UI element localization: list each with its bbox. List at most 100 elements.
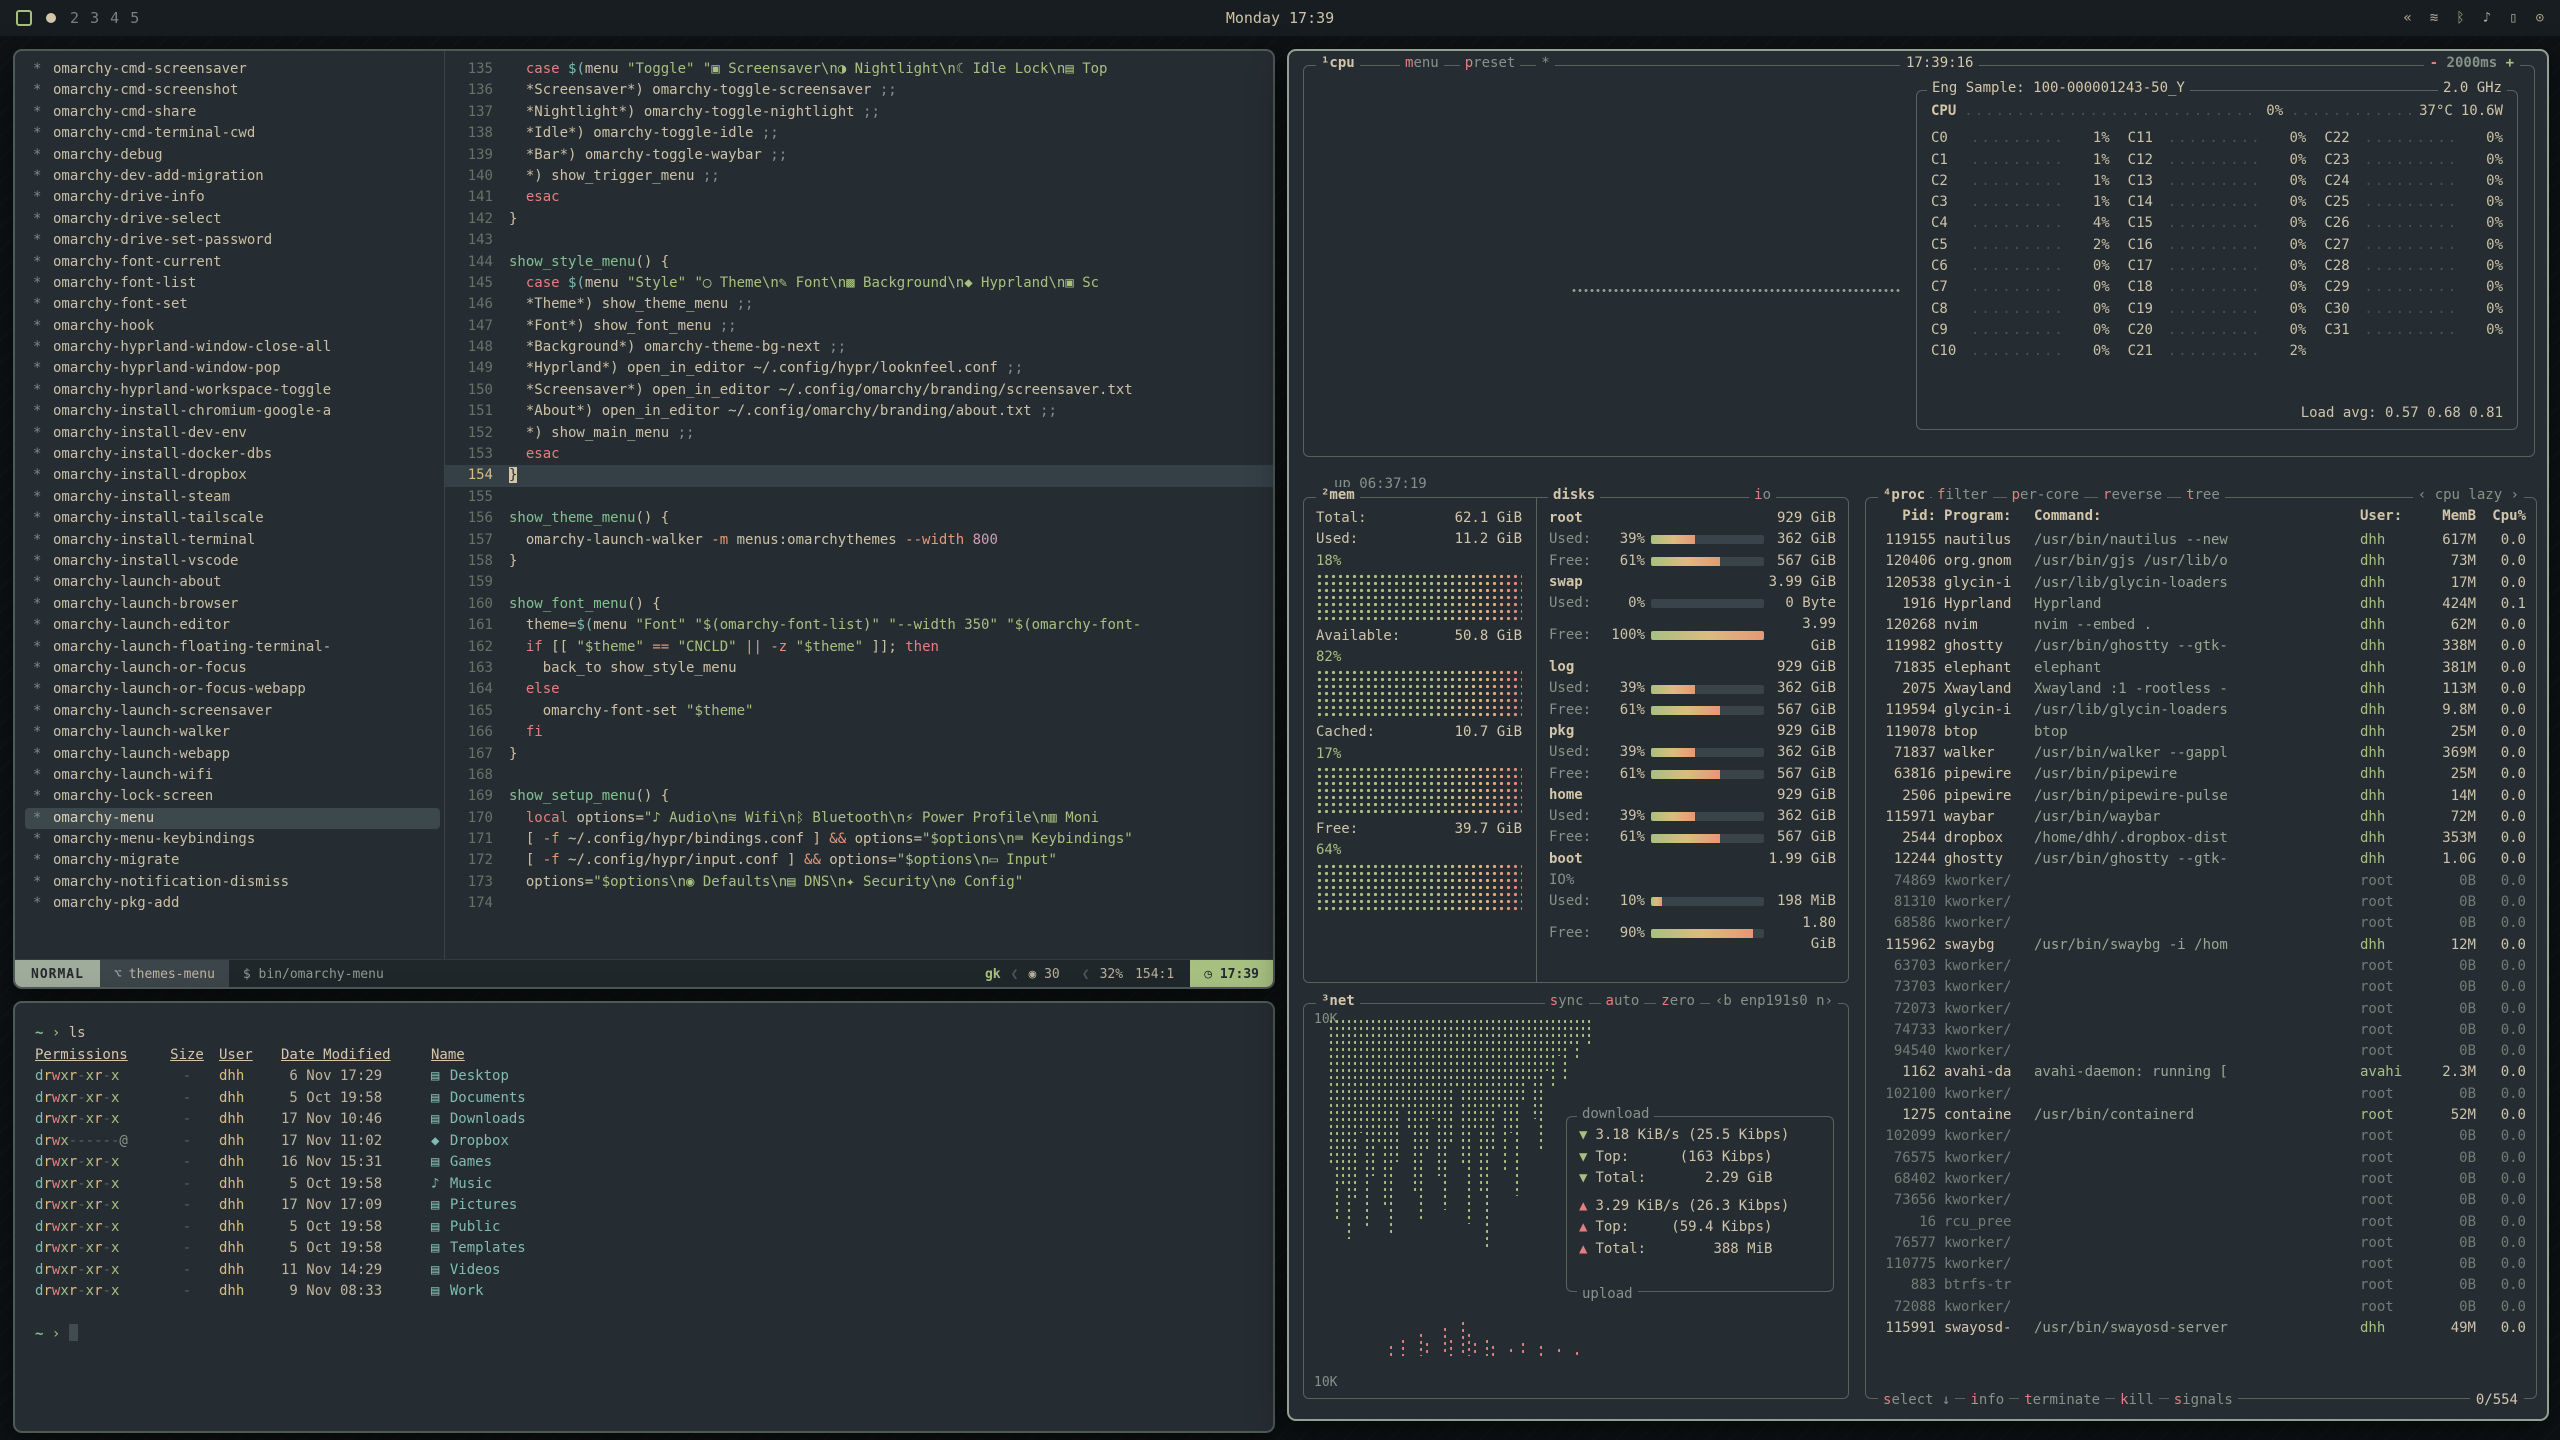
process-row[interactable]: 102099kworker/root0B0.0 (1876, 1126, 2526, 1147)
code-line[interactable]: 142} (445, 209, 1273, 230)
file-list-item[interactable]: *omarchy-cmd-screenshot (25, 80, 440, 101)
proc-control-tree[interactable]: tree (2181, 487, 2225, 503)
code-line[interactable]: 148 *Background*) omarchy-theme-bg-next … (445, 337, 1273, 358)
mem-panel-title[interactable]: ²mem (1316, 487, 1360, 503)
code-line[interactable]: 173 options="$options\n◉ Defaults\n▤ DNS… (445, 872, 1273, 893)
net-interface-selector[interactable]: ‹b enp191s0 n› (1710, 993, 1838, 1009)
code-line[interactable]: 161 theme=$(menu "Font" "$(omarchy-font-… (445, 615, 1273, 636)
interval-decrease-icon[interactable]: - (2430, 55, 2438, 71)
code-line[interactable]: 145 case $(menu "Style" "◯ Theme\n✎ Font… (445, 273, 1273, 294)
process-row[interactable]: 120538glycin-i/usr/lib/glycin-loadersdhh… (1876, 573, 2526, 594)
code-line[interactable]: 171 [ -f ~/.config/hypr/bindings.conf ] … (445, 829, 1273, 850)
power-icon[interactable]: ⊙ (2536, 10, 2544, 26)
process-row[interactable]: 12244ghostty/usr/bin/ghostty --gtk-dhh1.… (1876, 849, 2526, 870)
file-list-item[interactable]: *omarchy-launch-editor (25, 615, 440, 636)
proc-header[interactable]: Command: (2034, 506, 2352, 527)
code-line[interactable]: 137 *Nightlight*) omarchy-toggle-nightli… (445, 102, 1273, 123)
file-list-item[interactable]: *omarchy-notification-dismiss (25, 872, 440, 893)
process-row[interactable]: 68402kworker/root0B0.0 (1876, 1169, 2526, 1190)
process-row[interactable]: 115962swaybg/usr/bin/swaybg -i /homdhh12… (1876, 935, 2526, 956)
code-line[interactable]: 168 (445, 765, 1273, 786)
workspace-3[interactable]: 3 (90, 9, 108, 27)
tray-expand-icon[interactable]: « (2403, 10, 2411, 26)
file-list-item[interactable]: *omarchy-launch-screensaver (25, 701, 440, 722)
terminal-window[interactable]: ~ › ls PermissionsSizeUserDate ModifiedN… (13, 1001, 1275, 1433)
cpu-control-star[interactable]: * (1536, 55, 1554, 71)
code-line[interactable]: 149 *Hyprland*) open_in_editor ~/.config… (445, 358, 1273, 379)
code-line[interactable]: 143 (445, 230, 1273, 251)
file-list-item[interactable]: *omarchy-menu (25, 808, 440, 829)
process-row[interactable]: 120406org.gnom/usr/bin/gjs /usr/lib/odhh… (1876, 551, 2526, 572)
code-line[interactable]: 136 *Screensaver*) omarchy-toggle-screen… (445, 80, 1273, 101)
process-row[interactable]: 115991swayosd-/usr/bin/swayosd-serverdhh… (1876, 1318, 2526, 1339)
proc-action-select[interactable]: select ↓ (1878, 1392, 1955, 1408)
process-row[interactable]: 16rcu_preeroot0B0.0 (1876, 1212, 2526, 1233)
proc-control-per-core[interactable]: per-core (2007, 487, 2084, 503)
file-list-item[interactable]: *omarchy-hyprland-window-close-all (25, 337, 440, 358)
process-row[interactable]: 71835elephantelephantdhh381M0.0 (1876, 658, 2526, 679)
code-line[interactable]: 167} (445, 744, 1273, 765)
file-list-item[interactable]: *omarchy-cmd-terminal-cwd (25, 123, 440, 144)
process-row[interactable]: 119982ghostty/usr/bin/ghostty --gtk-dhh3… (1876, 636, 2526, 657)
process-row[interactable]: 72073kworker/root0B0.0 (1876, 999, 2526, 1020)
proc-header[interactable]: Cpu% (2484, 506, 2526, 527)
process-row[interactable]: 74869kworker/root0B0.0 (1876, 871, 2526, 892)
code-line[interactable]: 138 *Idle*) omarchy-toggle-idle ;; (445, 123, 1273, 144)
process-row[interactable]: 120268nvimnvim --embed .dhh62M0.0 (1876, 615, 2526, 636)
file-list-item[interactable]: *omarchy-launch-browser (25, 594, 440, 615)
process-row[interactable]: 63703kworker/root0B0.0 (1876, 956, 2526, 977)
code-line[interactable]: 147 *Font*) show_font_menu ;; (445, 316, 1273, 337)
file-list-item[interactable]: *omarchy-drive-set-password (25, 230, 440, 251)
workspace-2[interactable]: 2 (70, 9, 88, 27)
process-row[interactable]: 71837walker/usr/bin/walker --gappldhh369… (1876, 743, 2526, 764)
process-row[interactable]: 76575kworker/root0B0.0 (1876, 1148, 2526, 1169)
file-list-item[interactable]: *omarchy-menu-keybindings (25, 829, 440, 850)
file-list-item[interactable]: *omarchy-dev-add-migration (25, 166, 440, 187)
net-control-zero[interactable]: zero (1656, 993, 1700, 1009)
process-row[interactable]: 2544dropbox/home/dhh/.dropbox-distdhh353… (1876, 828, 2526, 849)
code-line[interactable]: 135 case $(menu "Toggle" "▣ Screensaver\… (445, 59, 1273, 80)
net-control-sync[interactable]: sync (1545, 993, 1589, 1009)
file-list-item[interactable]: *omarchy-hook (25, 316, 440, 337)
proc-action-signals[interactable]: signals (2169, 1392, 2238, 1408)
workspace-4[interactable]: 4 (110, 9, 128, 27)
code-line[interactable]: 158} (445, 551, 1273, 572)
proc-action-info[interactable]: info (1965, 1392, 2009, 1408)
proc-header[interactable]: Program: (1944, 506, 2026, 527)
proc-sort-selector[interactable]: ‹ cpu lazy › (2413, 487, 2524, 503)
code-line[interactable]: 169show_setup_menu() { (445, 786, 1273, 807)
interval-increase-icon[interactable]: + (2506, 55, 2514, 71)
process-row[interactable]: 74733kworker/root0B0.0 (1876, 1020, 2526, 1041)
process-row[interactable]: 1916HyprlandHyprlanddhh424M0.1 (1876, 594, 2526, 615)
file-list-item[interactable]: *omarchy-install-dev-env (25, 423, 440, 444)
process-row[interactable]: 73656kworker/root0B0.0 (1876, 1190, 2526, 1211)
process-row[interactable]: 94540kworker/root0B0.0 (1876, 1041, 2526, 1062)
code-line[interactable]: 153 esac (445, 444, 1273, 465)
process-row[interactable]: 119155nautilus/usr/bin/nautilus --newdhh… (1876, 530, 2526, 551)
proc-panel-title[interactable]: ⁴proc (1878, 487, 1930, 503)
code-line[interactable]: 154} (445, 465, 1273, 486)
process-row[interactable]: 81310kworker/root0B0.0 (1876, 892, 2526, 913)
net-control-auto[interactable]: auto (1601, 993, 1645, 1009)
file-list-item[interactable]: *omarchy-install-dropbox (25, 465, 440, 486)
process-row[interactable]: 119594glycin-i/usr/lib/glycin-loadersdhh… (1876, 700, 2526, 721)
code-line[interactable]: 164 else (445, 679, 1273, 700)
cpu-control-menu[interactable]: menu (1400, 55, 1444, 71)
battery-icon[interactable]: ▯ (2509, 10, 2517, 26)
code-line[interactable]: 156show_theme_menu() { (445, 508, 1273, 529)
file-list-item[interactable]: *omarchy-launch-or-focus (25, 658, 440, 679)
code-line[interactable]: 163 back_to show_style_menu (445, 658, 1273, 679)
file-list-item[interactable]: *omarchy-launch-walker (25, 722, 440, 743)
file-list-item[interactable]: *omarchy-install-steam (25, 487, 440, 508)
code-line[interactable]: 165 omarchy-font-set "$theme" (445, 701, 1273, 722)
file-list-item[interactable]: *omarchy-font-set (25, 294, 440, 315)
file-list-item[interactable]: *omarchy-launch-webapp (25, 744, 440, 765)
file-list-item[interactable]: *omarchy-launch-wifi (25, 765, 440, 786)
file-list-item[interactable]: *omarchy-cmd-screensaver (25, 59, 440, 80)
file-list-item[interactable]: *omarchy-lock-screen (25, 786, 440, 807)
proc-header[interactable]: User: (2360, 506, 2412, 527)
proc-control-reverse[interactable]: reverse (2098, 487, 2167, 503)
proc-header[interactable]: MemB (2420, 506, 2476, 527)
code-line[interactable]: 140 *) show_trigger_menu ;; (445, 166, 1273, 187)
process-row[interactable]: 2506pipewire/usr/bin/pipewire-pulsedhh14… (1876, 786, 2526, 807)
